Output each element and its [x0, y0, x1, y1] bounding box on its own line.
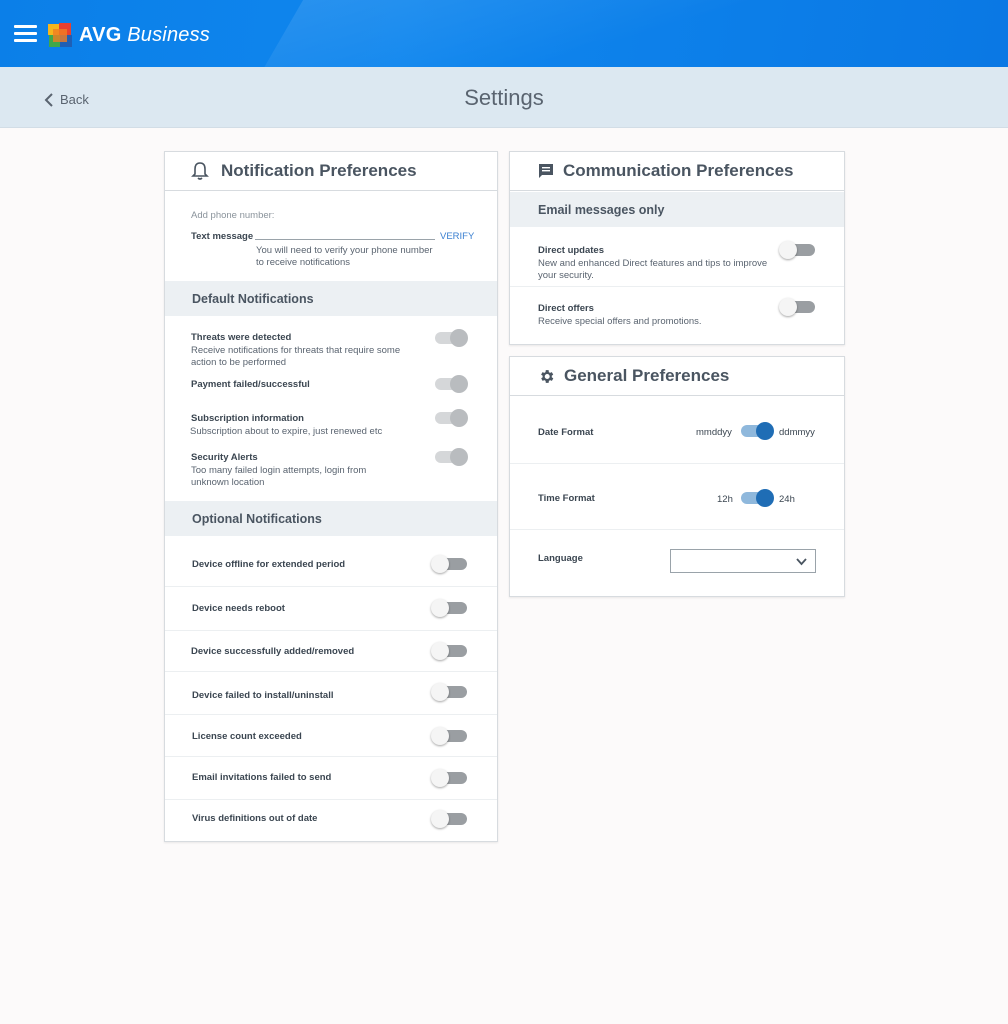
message-icon [539, 164, 553, 178]
brand-name: AVG Business [79, 24, 210, 47]
row-divider [165, 714, 497, 715]
row-divider [510, 529, 844, 530]
time-format-toggle[interactable] [739, 488, 774, 508]
language-select[interactable] [670, 549, 816, 573]
default-notifications-section: Default Notifications [165, 281, 497, 316]
time-format-label: Time Format [538, 493, 595, 504]
email-messages-title: Email messages only [538, 202, 665, 217]
virus-definitions-toggle[interactable] [431, 809, 467, 829]
avg-logo-icon [48, 23, 72, 47]
comm-row-desc: New and enhanced Direct features and tip… [538, 258, 768, 269]
notification-preferences-card: Notification Preferences Add phone numbe… [164, 151, 498, 842]
default-row-title: Subscription information [191, 413, 304, 424]
default-row-payment: Payment failed/successful [191, 379, 411, 390]
default-row-title: Threats were detected [191, 332, 292, 343]
default-row-desc: Too many failed login attempts, login fr… [191, 465, 367, 476]
default-row-title: Security Alerts [191, 452, 258, 463]
communication-preferences-header: Communication Preferences [510, 152, 844, 191]
brand-bold: AVG [79, 23, 122, 46]
gear-icon [541, 369, 554, 383]
row-divider [165, 671, 497, 672]
row-divider [165, 630, 497, 631]
date-format-label: Date Format [538, 427, 594, 438]
security-toggle[interactable] [433, 447, 468, 467]
chevron-down-icon [796, 558, 807, 566]
menu-icon[interactable] [14, 25, 37, 43]
default-row-subscription: Subscription information Subscription ab… [190, 413, 411, 438]
direct-updates-toggle[interactable] [779, 240, 815, 260]
direct-offers-toggle[interactable] [779, 297, 815, 317]
email-messages-section: Email messages only [510, 192, 844, 227]
app-logo[interactable]: AVG Business [47, 21, 210, 49]
date-format-left: mmddyy [696, 427, 732, 438]
time-format-left: 12h [717, 494, 733, 505]
device-offline-toggle[interactable] [431, 554, 467, 574]
row-divider [165, 799, 497, 800]
date-format-toggle[interactable] [739, 421, 774, 441]
row-divider [165, 756, 497, 757]
general-preferences-header: General Preferences [510, 357, 844, 396]
optional-notifications-title: Optional Notifications [192, 511, 322, 526]
comm-row-title: Direct offers [538, 303, 594, 314]
optional-row-license: License count exceeded [192, 731, 302, 742]
verify-link[interactable]: VERIFY [440, 231, 474, 242]
brand-italic: Business [127, 23, 210, 46]
device-reboot-toggle[interactable] [431, 598, 467, 618]
top-bar: AVG Business [0, 0, 1008, 67]
device-failed-toggle[interactable] [431, 682, 467, 702]
header-decoration [245, 0, 835, 67]
default-row-security: Security Alerts Too many failed login at… [191, 452, 411, 488]
comm-row-desc: Receive special offers and promotions. [538, 316, 702, 327]
optional-row-virus-definitions: Virus definitions out of date [192, 813, 318, 824]
subscription-toggle[interactable] [433, 408, 468, 428]
comm-row-desc-2: your security. [538, 269, 594, 281]
general-preferences-card: General Preferences Date Format mmddyy d… [509, 356, 845, 597]
row-divider [510, 286, 844, 287]
sub-header: Back Settings [0, 67, 1008, 128]
comm-row-direct-updates: Direct updates New and enhanced Direct f… [538, 245, 778, 281]
communication-preferences-card: Communication Preferences Email messages… [509, 151, 845, 345]
default-notifications-title: Default Notifications [192, 291, 314, 306]
optional-row-device-offline: Device offline for extended period [192, 559, 346, 570]
device-added-toggle[interactable] [431, 641, 467, 661]
threats-toggle[interactable] [433, 328, 468, 348]
notification-preferences-title: Notification Preferences [221, 161, 417, 180]
text-message-label: Text message [191, 231, 254, 242]
optional-notifications-section: Optional Notifications [165, 501, 497, 536]
license-toggle[interactable] [431, 726, 467, 746]
comm-row-direct-offers: Direct offers Receive special offers and… [538, 303, 778, 328]
date-format-right: ddmmyy [779, 427, 815, 438]
general-preferences-title: General Preferences [564, 366, 730, 385]
optional-row-device-reboot: Device needs reboot [192, 603, 285, 614]
default-row-desc-2: unknown location [191, 476, 265, 488]
page-title: Settings [464, 85, 544, 110]
time-format-right: 24h [779, 494, 795, 505]
payment-toggle[interactable] [433, 374, 468, 394]
comm-row-title: Direct updates [538, 245, 604, 256]
phone-hint: Add phone number: [191, 210, 275, 221]
verify-note: You will need to verify your phone numbe… [256, 245, 433, 268]
bell-icon [191, 162, 209, 180]
optional-row-device-added: Device successfully added/removed [191, 646, 355, 657]
default-row-desc-2: action to be performed [191, 356, 287, 368]
default-row-desc: Receive notifications for threats that r… [191, 345, 401, 356]
default-row-threats: Threats were detected Receive notificati… [191, 332, 411, 368]
row-divider [165, 586, 497, 587]
optional-row-email-invitations: Email invitations failed to send [192, 772, 332, 783]
default-row-desc: Subscription about to expire, just renew… [190, 426, 383, 437]
language-label: Language [538, 553, 583, 564]
default-row-title: Payment failed/successful [191, 379, 310, 390]
optional-row-device-failed: Device failed to install/uninstall [192, 690, 334, 701]
row-divider [510, 463, 844, 464]
verify-note-line1: You will need to verify your phone numbe… [256, 245, 433, 256]
communication-preferences-title: Communication Preferences [563, 161, 794, 180]
verify-note-line2: to receive notifications [256, 256, 350, 268]
email-invitations-toggle[interactable] [431, 768, 467, 788]
phone-number-input[interactable] [255, 229, 435, 240]
notification-preferences-header: Notification Preferences [165, 152, 497, 191]
